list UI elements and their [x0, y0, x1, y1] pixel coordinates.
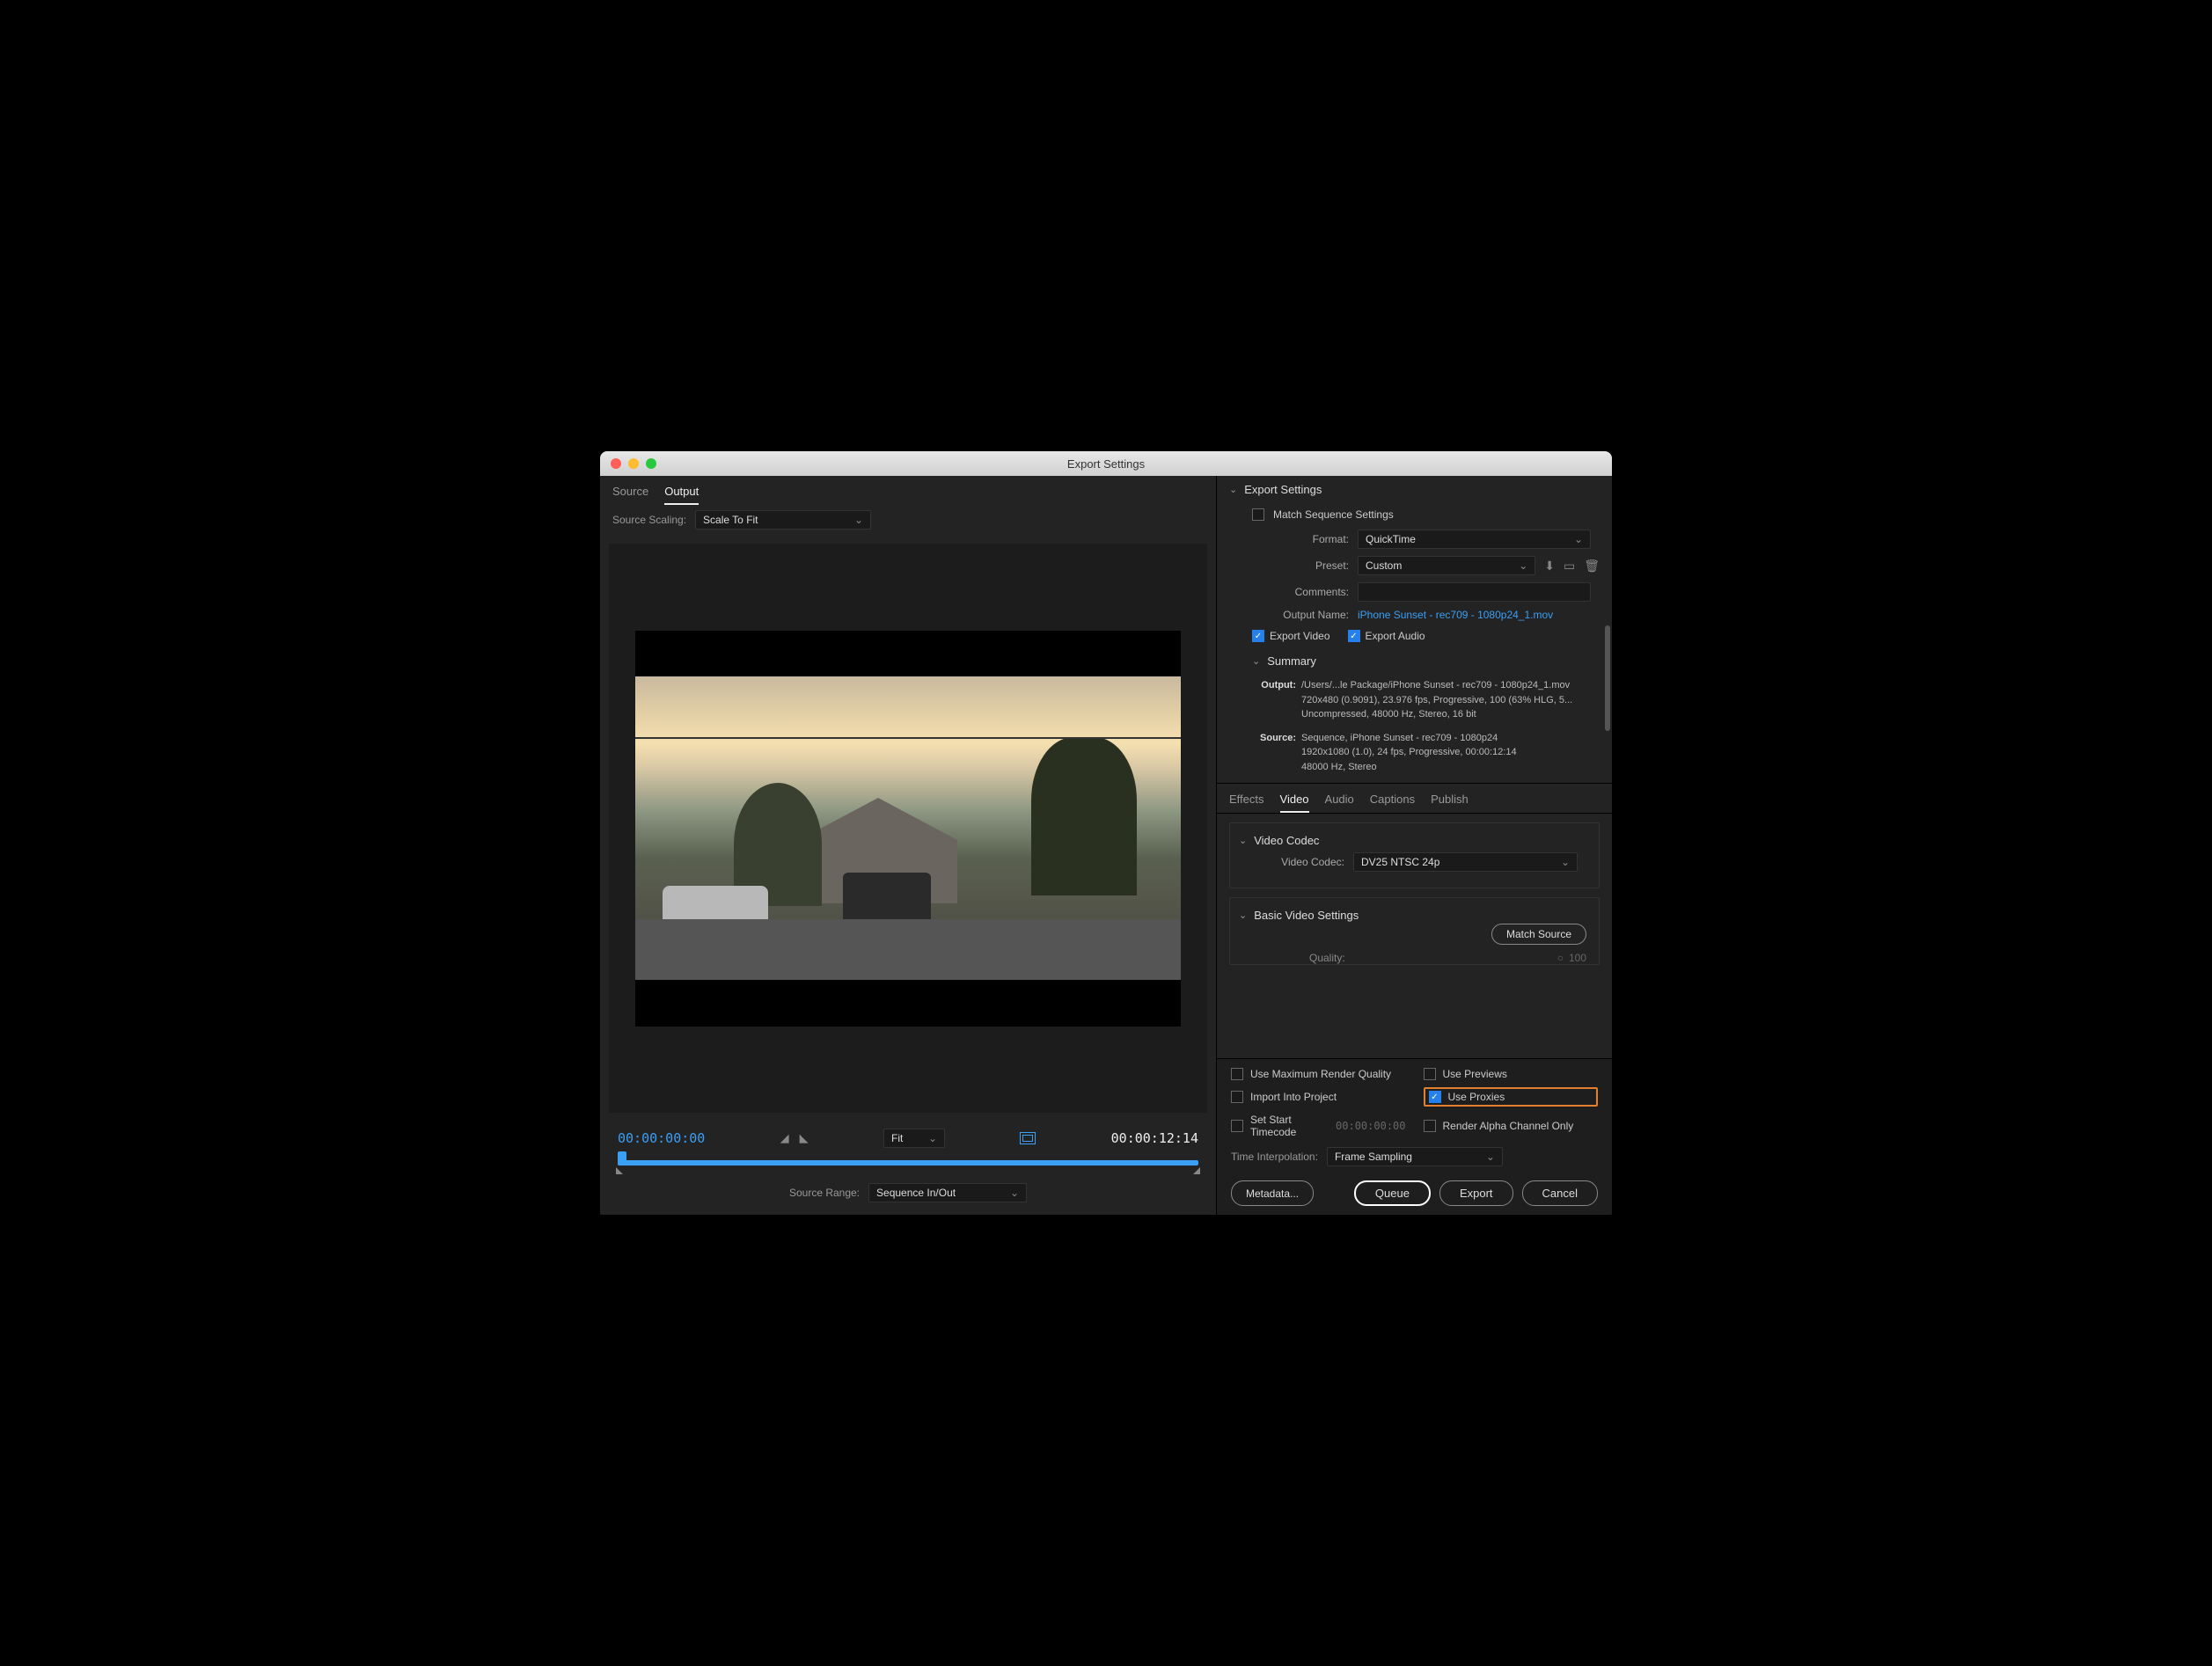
preview-panel: Source Output Source Scaling: Scale To F…: [600, 476, 1216, 1215]
playhead[interactable]: [618, 1151, 626, 1165]
format-label: Format:: [1252, 533, 1349, 545]
use-proxies-checkbox[interactable]: [1429, 1091, 1441, 1103]
quality-value: 100: [1569, 952, 1586, 964]
max-render-checkbox[interactable]: [1231, 1068, 1243, 1080]
basic-video-header[interactable]: Basic Video Settings: [1230, 907, 1599, 924]
match-source-button[interactable]: Match Source: [1491, 924, 1586, 945]
export-settings-header[interactable]: Export Settings: [1217, 476, 1612, 503]
quality-label: Quality:: [1309, 952, 1345, 964]
queue-button[interactable]: Queue: [1354, 1180, 1431, 1206]
tab-source[interactable]: Source: [612, 485, 648, 505]
export-settings-window: Export Settings Source Output Source Sca…: [600, 451, 1612, 1215]
minimize-button[interactable]: [628, 458, 639, 469]
in-handle[interactable]: [616, 1167, 623, 1174]
start-timecode-checkbox[interactable]: [1231, 1120, 1243, 1132]
export-video-checkbox[interactable]: [1252, 630, 1264, 642]
summary-output: Output:/Users/...le Package/iPhone Sunse…: [1217, 675, 1612, 783]
import-project-checkbox[interactable]: [1231, 1091, 1243, 1103]
output-name-link[interactable]: iPhone Sunset - rec709 - 1080p24_1.mov: [1358, 609, 1600, 621]
tab-captions[interactable]: Captions: [1370, 793, 1415, 813]
preset-label: Preset:: [1252, 559, 1349, 572]
comments-input[interactable]: [1358, 582, 1591, 602]
tab-effects[interactable]: Effects: [1229, 793, 1264, 813]
source-range-select[interactable]: Sequence In/Out: [868, 1183, 1027, 1202]
timecode-out: 00:00:12:14: [1111, 1130, 1198, 1146]
import-preset-icon[interactable]: ▭: [1564, 559, 1575, 574]
preview-image: [635, 676, 1181, 980]
out-handle[interactable]: [1193, 1167, 1200, 1174]
tab-video[interactable]: Video: [1280, 793, 1309, 813]
zoom-select[interactable]: Fit: [883, 1129, 945, 1148]
timecode-in[interactable]: 00:00:00:00: [618, 1130, 705, 1146]
settings-tabs: Effects Video Audio Captions Publish: [1217, 784, 1612, 814]
titlebar: Export Settings: [600, 451, 1612, 476]
mark-out-button[interactable]: ◣: [800, 1131, 809, 1145]
preset-select[interactable]: Custom: [1358, 556, 1535, 575]
use-proxies-highlight: Use Proxies: [1424, 1087, 1599, 1107]
bottom-options: Use Maximum Render Quality Use Previews …: [1217, 1058, 1612, 1215]
format-select[interactable]: QuickTime: [1358, 530, 1591, 549]
time-interp-label: Time Interpolation:: [1231, 1151, 1318, 1163]
maximize-button[interactable]: [646, 458, 656, 469]
window-title: Export Settings: [600, 457, 1612, 471]
video-codec-header[interactable]: Video Codec: [1230, 832, 1599, 849]
match-sequence-label: Match Sequence Settings: [1273, 508, 1394, 521]
scrollbar[interactable]: [1605, 625, 1610, 731]
mark-in-button[interactable]: ◢: [780, 1131, 789, 1145]
render-alpha-checkbox[interactable]: [1424, 1120, 1436, 1132]
close-button[interactable]: [611, 458, 621, 469]
video-codec-select[interactable]: DV25 NTSC 24p: [1353, 852, 1578, 872]
tab-output[interactable]: Output: [664, 485, 699, 505]
settings-panel: Export Settings Match Sequence Settings …: [1216, 476, 1612, 1215]
cancel-button[interactable]: Cancel: [1522, 1180, 1598, 1206]
source-range-label: Source Range:: [789, 1187, 860, 1199]
match-sequence-checkbox[interactable]: [1252, 508, 1264, 521]
video-codec-label: Video Codec:: [1248, 856, 1344, 868]
preview-frame: [635, 631, 1181, 1027]
timeline-scrubber[interactable]: [618, 1160, 1198, 1165]
metadata-button[interactable]: Metadata...: [1231, 1180, 1314, 1206]
preview-area: [609, 544, 1207, 1113]
transport-bar: 00:00:00:00 ◢ ◣ Fit 00:00:12:14 Source R…: [600, 1122, 1216, 1215]
preview-tabs: Source Output: [600, 476, 1216, 505]
start-timecode-value[interactable]: 00:00:00:00: [1336, 1120, 1405, 1132]
time-interp-select[interactable]: Frame Sampling: [1327, 1147, 1503, 1166]
tab-audio[interactable]: Audio: [1325, 793, 1354, 813]
tab-publish[interactable]: Publish: [1431, 793, 1469, 813]
source-scaling-select[interactable]: Scale To Fit: [695, 510, 871, 530]
export-button[interactable]: Export: [1439, 1180, 1513, 1206]
delete-preset-icon[interactable]: 🗑: [1584, 559, 1600, 574]
comments-label: Comments:: [1252, 586, 1349, 598]
safe-margins-button[interactable]: [1020, 1132, 1036, 1144]
save-preset-icon[interactable]: ⬇: [1544, 559, 1555, 574]
use-previews-checkbox[interactable]: [1424, 1068, 1436, 1080]
summary-header[interactable]: Summary: [1217, 647, 1612, 675]
source-scaling-label: Source Scaling:: [612, 514, 686, 526]
export-audio-checkbox[interactable]: [1348, 630, 1360, 642]
output-name-label: Output Name:: [1252, 609, 1349, 621]
window-controls: [600, 458, 656, 469]
video-settings-panel: Video Codec Video Codec: DV25 NTSC 24p B…: [1217, 814, 1612, 1058]
